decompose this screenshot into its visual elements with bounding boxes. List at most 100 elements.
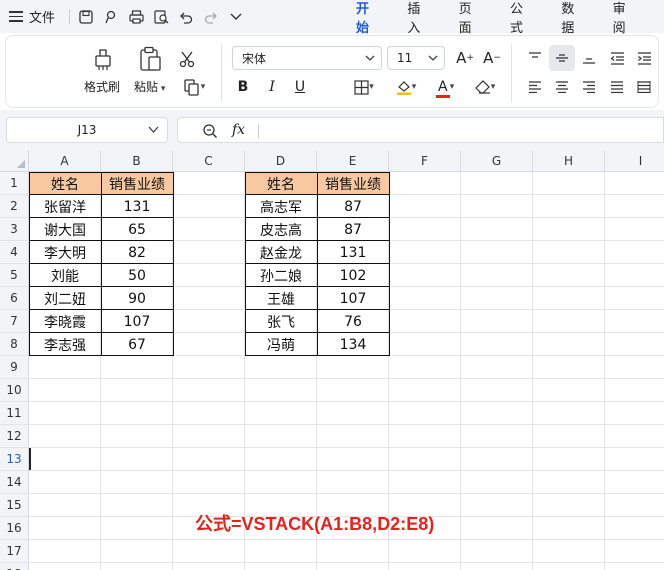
row-header-13[interactable]: 13 [0, 448, 29, 471]
grow-font-icon[interactable]: A + [454, 47, 476, 69]
data-cell[interactable]: 冯萌 [245, 333, 317, 356]
row-header-12[interactable]: 12 [0, 425, 29, 448]
row-header-6[interactable]: 6 [0, 287, 29, 310]
row-header-1[interactable]: 1 [0, 172, 29, 195]
row-header-3[interactable]: 3 [0, 218, 29, 241]
column-header-a[interactable]: A [29, 150, 101, 172]
row-header-14[interactable]: 14 [0, 471, 29, 494]
data-cell[interactable]: 王雄 [245, 287, 317, 310]
tab-review[interactable]: 审阅 [613, 0, 636, 36]
share-icon[interactable] [102, 8, 120, 26]
row-header-9[interactable]: 9 [0, 356, 29, 379]
header-cell[interactable]: 销售业绩 [317, 172, 389, 195]
tab-page[interactable]: 页面 [459, 0, 482, 36]
data-cell[interactable]: 皮志高 [245, 218, 317, 241]
cut-icon[interactable] [176, 48, 198, 70]
column-header-g[interactable]: G [461, 150, 533, 172]
column-header-i[interactable]: I [605, 150, 664, 172]
tab-formulas[interactable]: 公式 [510, 0, 533, 36]
italic-button[interactable]: I [261, 76, 283, 98]
data-cell[interactable]: 李晓霞 [29, 310, 101, 333]
paste-button[interactable]: 粘贴 ▾ [134, 46, 165, 95]
header-cell[interactable]: 姓名 [29, 172, 101, 195]
data-cell[interactable]: 高志军 [245, 195, 317, 218]
column-header-e[interactable]: E [317, 150, 389, 172]
data-cell[interactable]: 李志强 [29, 333, 101, 356]
row-header-11[interactable]: 11 [0, 402, 29, 425]
column-header-b[interactable]: B [101, 150, 173, 172]
data-cell[interactable]: 134 [317, 333, 389, 356]
data-cell[interactable]: 76 [317, 310, 389, 333]
file-menu[interactable]: 文件 [29, 7, 55, 26]
row-header-4[interactable]: 4 [0, 241, 29, 264]
data-cell[interactable]: 65 [101, 218, 173, 241]
tab-insert[interactable]: 插入 [407, 0, 430, 36]
copy-icon[interactable]: ▾ [176, 76, 212, 98]
column-header-f[interactable]: F [389, 150, 461, 172]
data-cell[interactable]: 67 [101, 333, 173, 356]
borders-icon[interactable]: ▾ [348, 76, 380, 98]
align-left-icon[interactable] [524, 76, 546, 98]
data-cell[interactable]: 90 [101, 287, 173, 310]
spreadsheet-grid[interactable]: ABCDEFGHI123456789101112131415161718姓名销售… [0, 150, 664, 570]
zoom-icon[interactable] [202, 123, 218, 143]
row-header-15[interactable]: 15 [0, 494, 29, 517]
align-top-icon[interactable] [524, 47, 546, 69]
data-cell[interactable]: 谢大国 [29, 218, 101, 241]
undo-icon[interactable] [177, 8, 195, 26]
row-header-2[interactable]: 2 [0, 195, 29, 218]
tab-home[interactable]: 开始 [356, 0, 379, 44]
row-header-10[interactable]: 10 [0, 379, 29, 402]
data-cell[interactable]: 刘二妞 [29, 287, 101, 310]
data-cell[interactable]: 刘能 [29, 264, 101, 287]
data-cell[interactable]: 孙二娘 [245, 264, 317, 287]
data-cell[interactable]: 李大明 [29, 241, 101, 264]
name-box[interactable]: J13 [6, 117, 168, 143]
data-cell[interactable]: 张留洋 [29, 195, 101, 218]
select-all-corner[interactable] [0, 150, 29, 172]
save-icon[interactable] [77, 8, 95, 26]
font-color-icon[interactable]: A ▾ [429, 76, 461, 98]
header-cell[interactable]: 销售业绩 [101, 172, 173, 195]
align-middle-icon[interactable] [549, 45, 575, 71]
data-cell[interactable]: 87 [317, 195, 389, 218]
data-cell[interactable]: 87 [317, 218, 389, 241]
data-cell[interactable]: 82 [101, 241, 173, 264]
column-header-c[interactable]: C [173, 150, 245, 172]
row-header-18[interactable]: 18 [0, 563, 29, 570]
shrink-font-icon[interactable]: A − [481, 47, 503, 69]
decrease-indent-icon[interactable] [606, 47, 628, 69]
tab-data[interactable]: 数据 [561, 0, 584, 36]
print-preview-icon[interactable] [152, 8, 170, 26]
row-header-17[interactable]: 17 [0, 540, 29, 563]
fx-icon[interactable]: fx [232, 122, 245, 138]
data-cell[interactable]: 50 [101, 264, 173, 287]
font-name-select[interactable]: 宋体 [232, 46, 382, 70]
underline-button[interactable]: U [289, 76, 311, 98]
data-cell[interactable]: 张飞 [245, 310, 317, 333]
data-cell[interactable]: 131 [317, 241, 389, 264]
chevron-down-icon[interactable] [227, 8, 245, 26]
distributed-align-icon[interactable] [633, 76, 655, 98]
formula-input[interactable]: fx [177, 117, 664, 143]
data-cell[interactable]: 102 [317, 264, 389, 287]
format-painter-button[interactable]: 格式刷 [84, 46, 120, 95]
data-cell[interactable]: 赵金龙 [245, 241, 317, 264]
fill-color-icon[interactable]: ▾ [390, 76, 422, 98]
data-cell[interactable]: 131 [101, 195, 173, 218]
print-icon[interactable] [127, 8, 145, 26]
row-header-5[interactable]: 5 [0, 264, 29, 287]
align-bottom-icon[interactable] [578, 47, 600, 69]
row-header-7[interactable]: 7 [0, 310, 29, 333]
row-header-8[interactable]: 8 [0, 333, 29, 356]
bold-button[interactable]: B [232, 76, 254, 98]
align-right-icon[interactable] [578, 76, 600, 98]
column-header-d[interactable]: D [245, 150, 317, 172]
header-cell[interactable]: 姓名 [245, 172, 317, 195]
menu-icon[interactable] [9, 11, 23, 22]
column-header-h[interactable]: H [533, 150, 605, 172]
data-cell[interactable]: 107 [101, 310, 173, 333]
font-size-select[interactable]: 11 [387, 46, 445, 70]
data-cell[interactable]: 107 [317, 287, 389, 310]
increase-indent-icon[interactable] [633, 47, 655, 69]
